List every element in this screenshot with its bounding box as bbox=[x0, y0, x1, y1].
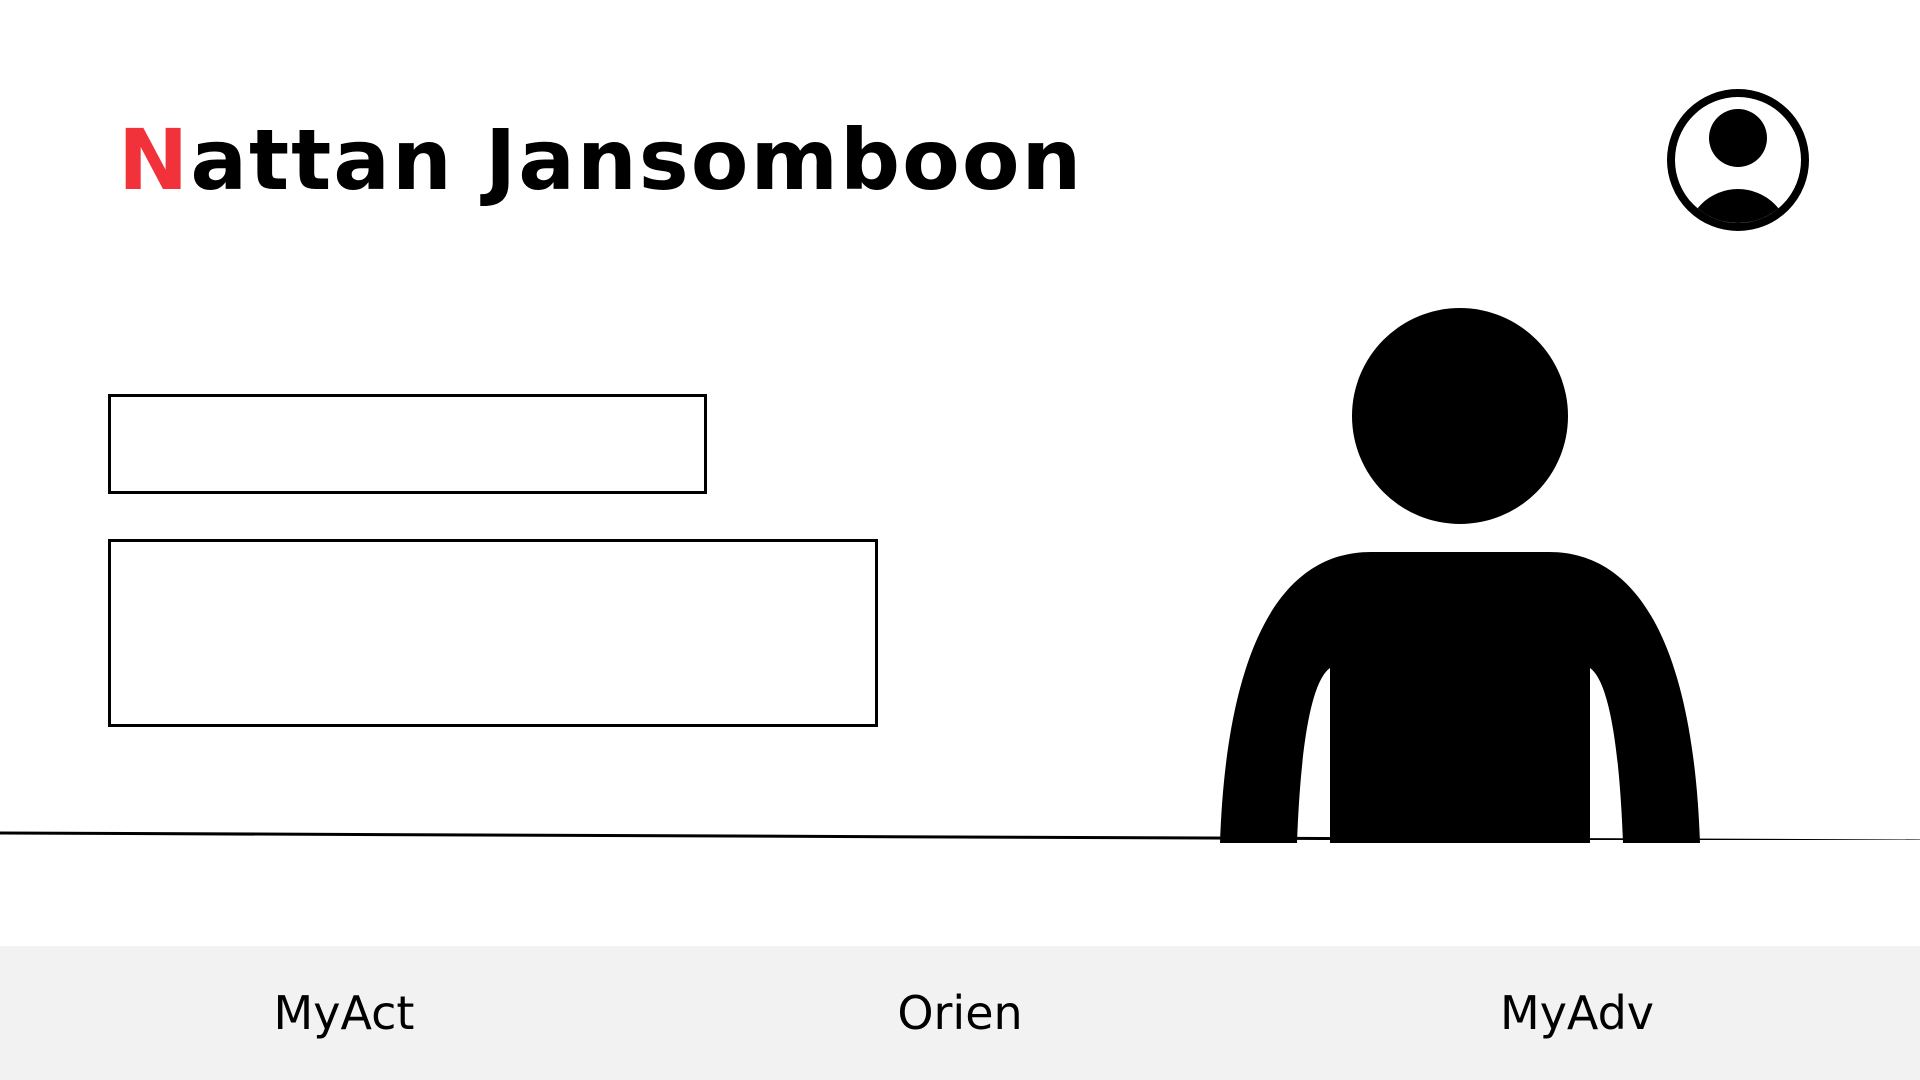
profile-button[interactable] bbox=[1664, 86, 1812, 234]
nav-item-myadv[interactable]: MyAdv bbox=[1427, 946, 1727, 1080]
name-field[interactable] bbox=[108, 394, 707, 494]
person-body bbox=[1220, 552, 1700, 843]
bottom-nav: MyAct Orien MyAdv bbox=[0, 946, 1920, 1080]
main-screen: Nattan Jansomboon MyAct Orien MyAdv bbox=[0, 0, 1920, 1080]
title-initial: N bbox=[118, 111, 191, 209]
title-rest: attan Jansomboon bbox=[190, 111, 1084, 209]
nav-item-myact[interactable]: MyAct bbox=[194, 946, 494, 1080]
detail-field[interactable] bbox=[108, 539, 878, 727]
nav-item-orien[interactable]: Orien bbox=[810, 946, 1110, 1080]
account-circle-icon bbox=[1667, 89, 1809, 231]
person-icon bbox=[1215, 305, 1705, 845]
person-head bbox=[1352, 308, 1568, 524]
page-title: Nattan Jansomboon bbox=[118, 112, 1083, 208]
